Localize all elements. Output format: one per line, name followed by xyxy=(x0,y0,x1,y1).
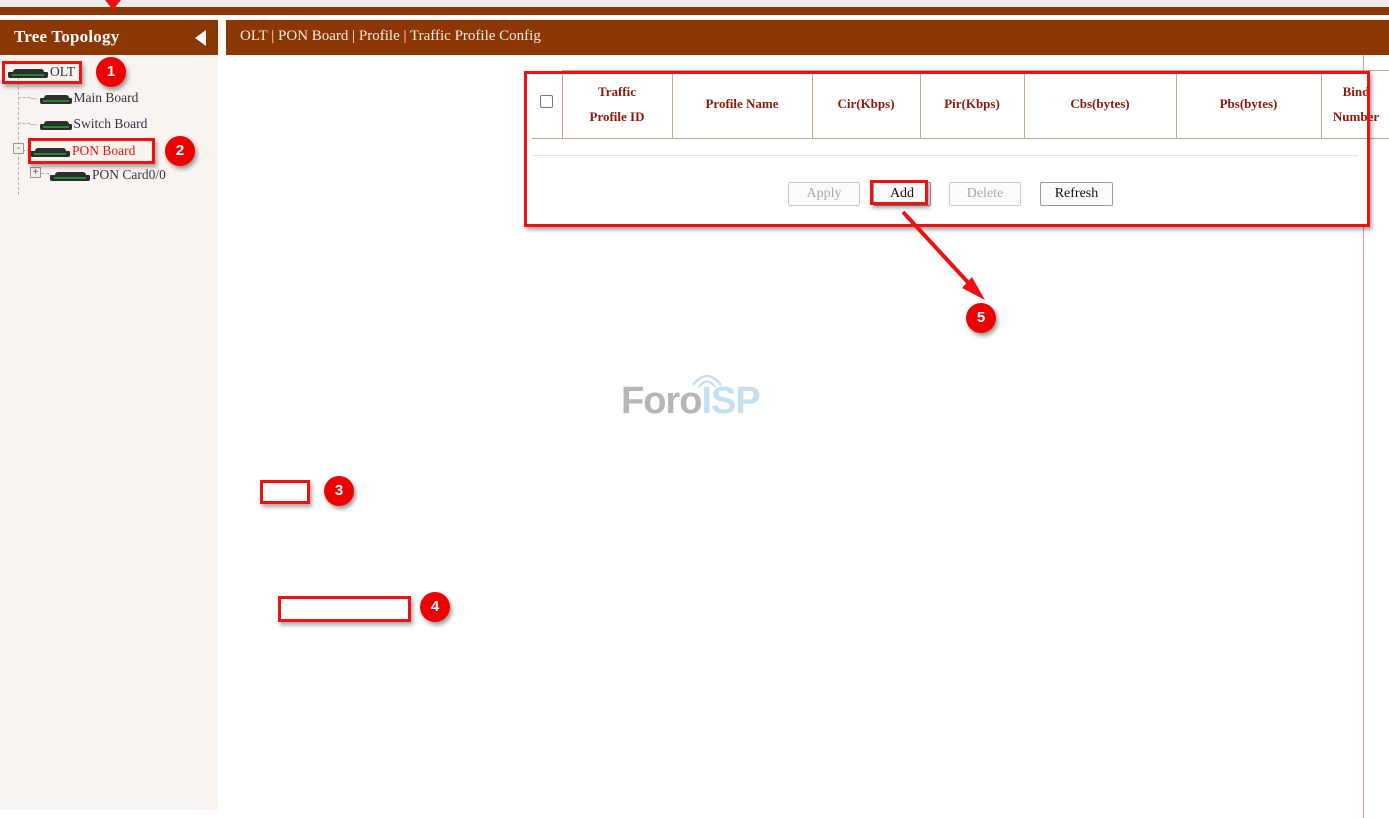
step-badge-4: 4 xyxy=(420,592,450,622)
app-window: Tree Topology OLT – Main Bo xyxy=(0,0,1389,818)
step-badge-3: 3 xyxy=(324,476,354,506)
step-badge-1: 1 xyxy=(96,57,126,87)
annotation-arrow-to-badge-5 xyxy=(0,0,1389,818)
step-badge-5: 5 xyxy=(966,303,996,333)
step-badge-2: 2 xyxy=(165,136,195,166)
